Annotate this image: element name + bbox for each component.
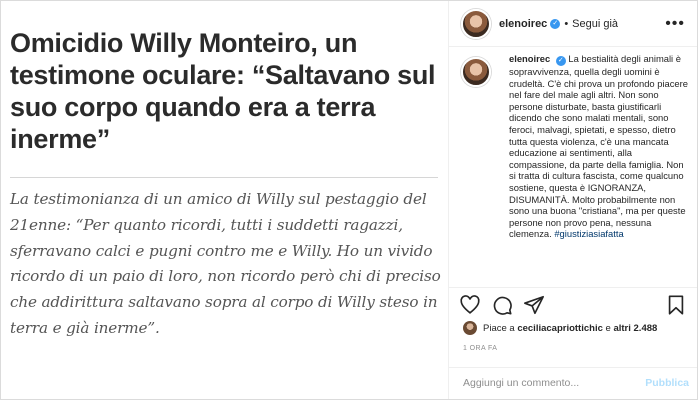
divider	[10, 177, 438, 178]
verified-badge-icon: ✓	[550, 18, 561, 29]
article-headline: Omicidio Willy Monteiro, un testimone oc…	[10, 28, 436, 154]
caption-username[interactable]: elenoirec	[509, 53, 550, 64]
likes-prefix: Piace a	[483, 322, 515, 334]
likes-summary: Piace a ceciliacapriottichic e altri 2.4…	[463, 321, 657, 335]
header-username[interactable]: elenoirec	[499, 18, 547, 30]
liker-username[interactable]: ceciliacapriottichic	[517, 323, 603, 334]
likes-middle: e	[605, 322, 611, 334]
publish-button[interactable]: Pubblica	[645, 377, 689, 389]
post-image[interactable]: Omicidio Willy Monteiro, un testimone oc…	[1, 1, 449, 399]
more-options-icon[interactable]: •••	[665, 15, 685, 33]
caption-body: La bestialità degli animali è sopravvive…	[509, 53, 688, 240]
article-text: La testimonianza di un amico di Willy su…	[10, 190, 441, 337]
hashtag-link[interactable]: #giustiziasiafatta	[554, 228, 623, 239]
caption-text: elenoirec ✓ La bestialità degli animali …	[509, 53, 689, 240]
comment-bar: Pubblica	[449, 367, 697, 399]
bookmark-icon[interactable]	[665, 294, 687, 316]
heart-icon[interactable]	[459, 294, 481, 316]
verified-badge-icon: ✓	[555, 56, 566, 66]
separator-dot: •	[564, 17, 569, 30]
comment-icon[interactable]	[491, 294, 513, 316]
post-side-panel: elenoirec ✓ • Segui già ••• elenoirec ✓ …	[449, 1, 697, 399]
action-bar	[449, 287, 697, 320]
share-icon[interactable]	[523, 294, 545, 316]
liker-avatar[interactable]	[463, 321, 477, 335]
follow-status-button[interactable]: Segui già	[572, 18, 618, 30]
avatar[interactable]	[461, 8, 491, 39]
likes-count-link[interactable]: altri 2.488	[613, 323, 657, 334]
comment-input[interactable]	[461, 376, 635, 390]
caption-area: elenoirec ✓ La bestialità degli animali …	[449, 47, 697, 287]
post-header: elenoirec ✓ • Segui già •••	[449, 1, 697, 47]
caption-avatar[interactable]	[461, 57, 491, 87]
instagram-post: Omicidio Willy Monteiro, un testimone oc…	[0, 0, 698, 400]
post-timestamp[interactable]: 1 ORA FA	[463, 345, 497, 352]
